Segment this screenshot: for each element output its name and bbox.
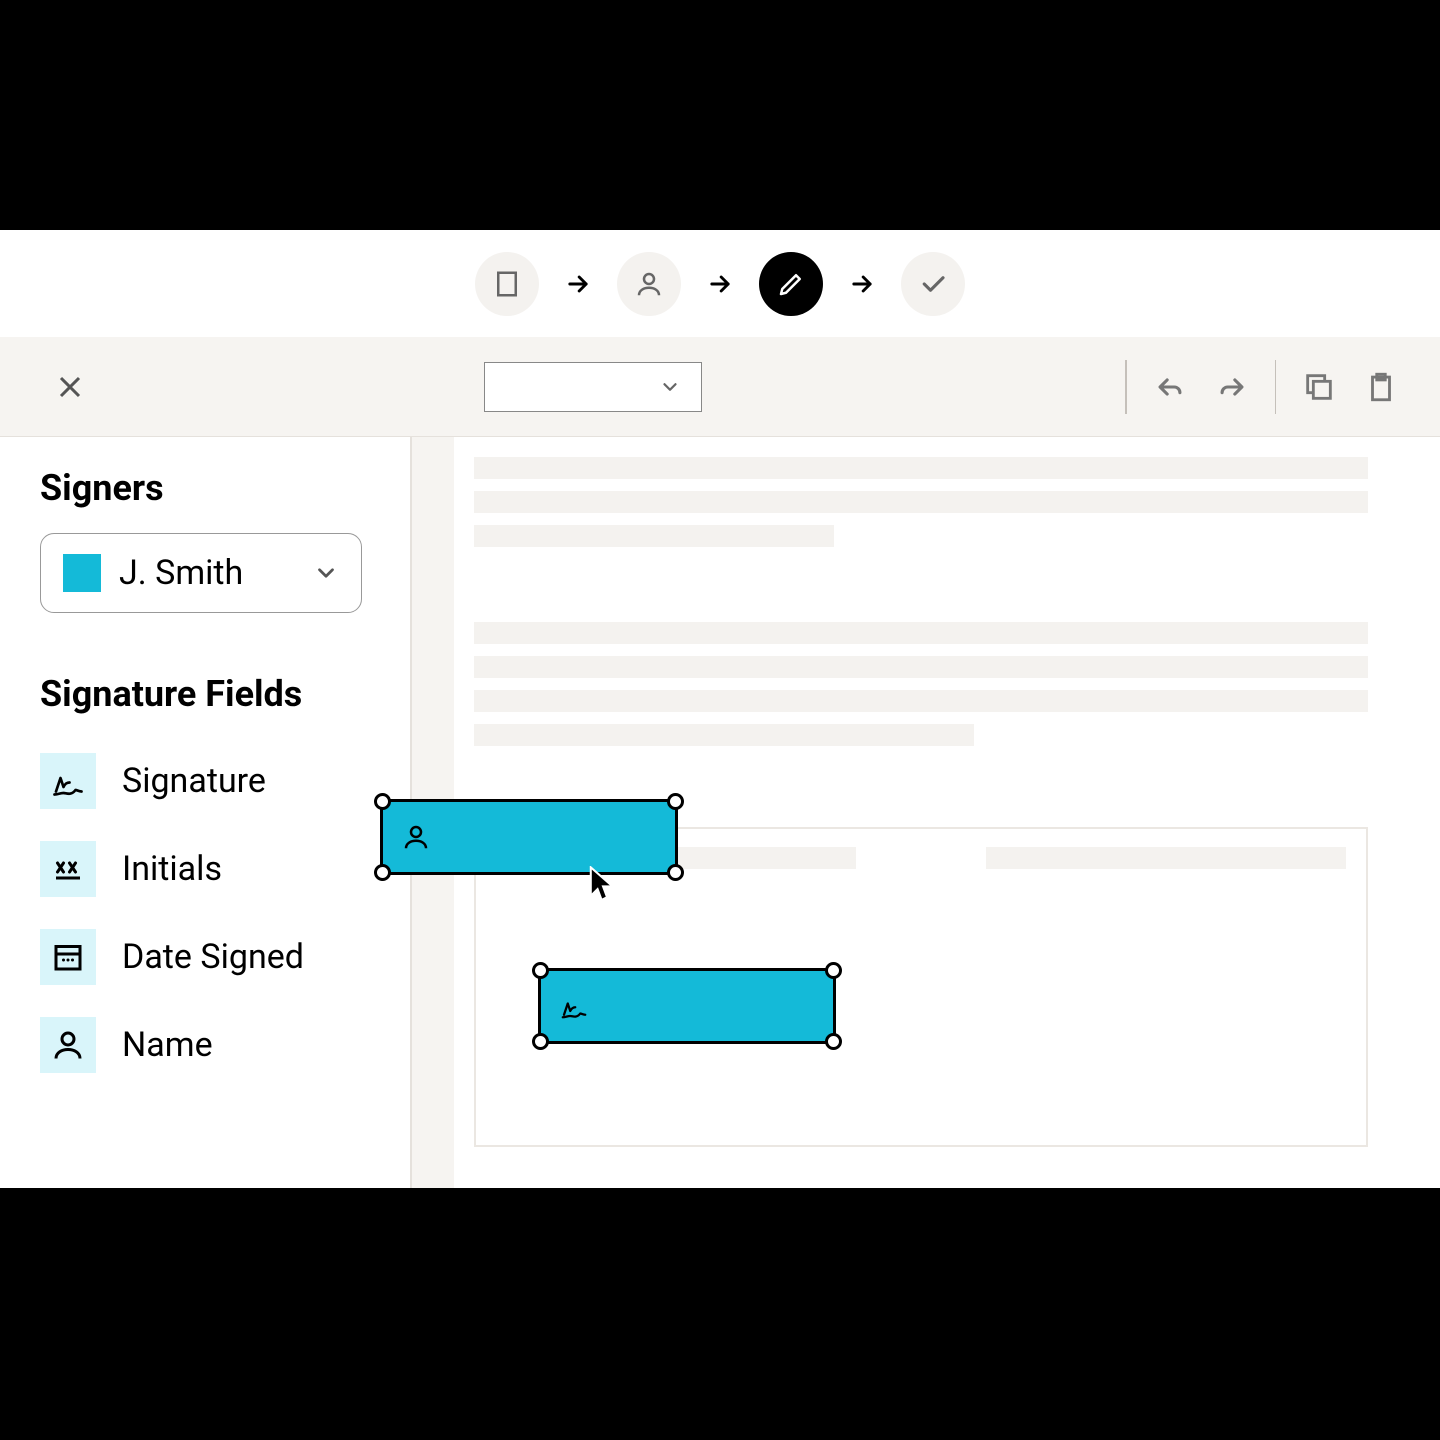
text-placeholder <box>474 491 1368 513</box>
chevron-down-icon <box>659 376 681 398</box>
text-placeholder <box>474 656 1368 678</box>
resize-handle[interactable] <box>374 793 391 810</box>
date-icon <box>40 929 96 985</box>
toolbar <box>0 337 1440 437</box>
arrow-right-icon <box>706 270 734 298</box>
step-fields[interactable] <box>759 252 823 316</box>
paste-button[interactable] <box>1362 368 1400 406</box>
text-placeholder <box>474 622 1368 644</box>
placed-field-name[interactable] <box>380 799 678 875</box>
text-placeholder <box>474 724 974 746</box>
copy-icon <box>1302 370 1336 404</box>
toolbar-separator <box>1275 360 1277 414</box>
signer-dropdown[interactable]: J. Smith <box>40 533 362 613</box>
initials-icon <box>40 841 96 897</box>
name-icon <box>40 1017 96 1073</box>
undo-button[interactable] <box>1151 368 1189 406</box>
person-icon <box>401 822 431 852</box>
text-placeholder <box>474 690 1368 712</box>
paste-icon <box>1364 370 1398 404</box>
resize-handle[interactable] <box>667 864 684 881</box>
page-zoom-dropdown[interactable] <box>484 362 702 412</box>
toolbar-center <box>100 362 1085 412</box>
text-placeholder <box>986 847 1346 869</box>
field-label: Signature <box>122 761 266 801</box>
toolbar-actions <box>1125 360 1400 414</box>
resize-handle[interactable] <box>667 793 684 810</box>
check-icon <box>918 269 948 299</box>
sidebar: Signers J. Smith Signature Fields Signat… <box>0 437 412 1188</box>
field-label: Initials <box>122 849 222 889</box>
wizard-stepper <box>0 230 1440 337</box>
field-label: Name <box>122 1025 213 1065</box>
undo-icon <box>1153 370 1187 404</box>
text-placeholder <box>474 525 834 547</box>
main-area: Signers J. Smith Signature Fields Signat… <box>0 437 1440 1188</box>
step-recipients[interactable] <box>617 252 681 316</box>
placed-field-signature[interactable] <box>538 968 836 1044</box>
step-review[interactable] <box>901 252 965 316</box>
field-label: Date Signed <box>122 937 304 977</box>
step-document[interactable] <box>475 252 539 316</box>
signer-color-chip <box>63 554 101 592</box>
field-date-signed[interactable]: Date Signed <box>40 913 370 1001</box>
signers-heading: Signers <box>40 467 370 509</box>
resize-handle[interactable] <box>825 1033 842 1050</box>
file-icon <box>492 269 522 299</box>
field-signature[interactable]: Signature <box>40 737 370 825</box>
close-button[interactable] <box>40 357 100 417</box>
pencil-icon <box>776 269 806 299</box>
resize-handle[interactable] <box>374 864 391 881</box>
close-icon <box>52 369 88 405</box>
field-initials[interactable]: Initials <box>40 825 370 913</box>
resize-handle[interactable] <box>825 962 842 979</box>
arrow-right-icon <box>564 270 592 298</box>
chevron-down-icon <box>313 560 339 586</box>
arrow-right-icon <box>848 270 876 298</box>
redo-icon <box>1215 370 1249 404</box>
fields-heading: Signature Fields <box>40 673 370 715</box>
app-window: Signers J. Smith Signature Fields Signat… <box>0 230 1440 1188</box>
signer-name: J. Smith <box>119 553 295 593</box>
text-placeholder <box>474 457 1368 479</box>
resize-handle[interactable] <box>532 1033 549 1050</box>
resize-handle[interactable] <box>532 962 549 979</box>
copy-button[interactable] <box>1300 368 1338 406</box>
redo-button[interactable] <box>1213 368 1251 406</box>
signature-icon <box>559 991 589 1021</box>
field-name[interactable]: Name <box>40 1001 370 1089</box>
toolbar-separator <box>1125 360 1127 414</box>
person-icon <box>634 269 664 299</box>
cursor-icon <box>589 866 617 904</box>
signature-icon <box>40 753 96 809</box>
